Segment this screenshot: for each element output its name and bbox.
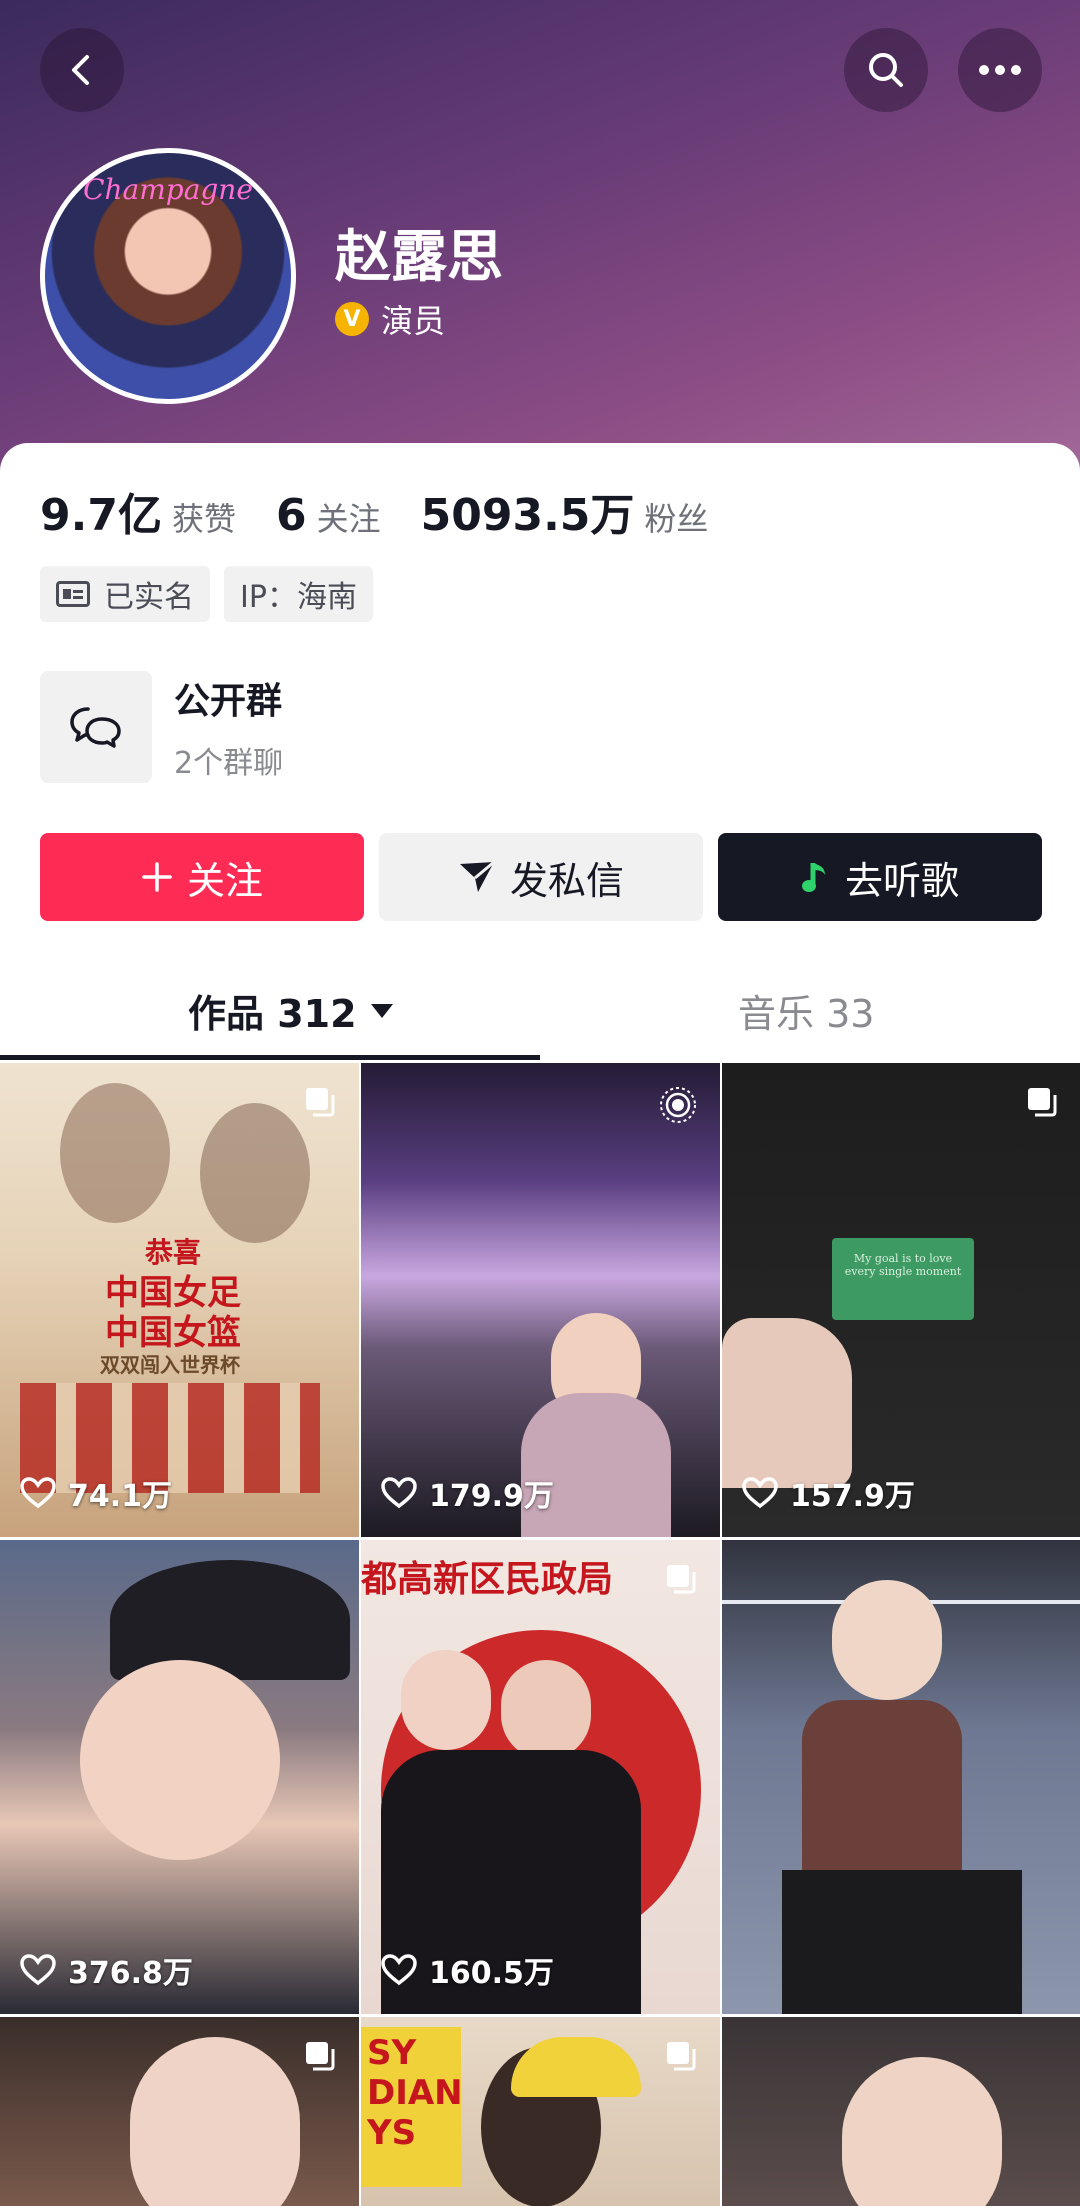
music-note-icon xyxy=(801,859,831,895)
id-card-icon xyxy=(56,581,90,607)
fans-count[interactable]: 5093.5万 xyxy=(421,479,635,543)
avatar-brand-text: Champagne xyxy=(83,173,253,206)
group-chat-icon xyxy=(40,671,152,783)
like-count-label: 179.9万 xyxy=(429,1479,554,1514)
tab-music-label: 音乐 33 xyxy=(738,992,875,1036)
fans-label[interactable]: 粉丝 xyxy=(644,494,708,540)
verified-badge-icon: V xyxy=(335,302,369,336)
yellow-sign: SY DIAN YS xyxy=(361,2027,463,2187)
search-icon xyxy=(869,53,903,87)
like-count-label: 74.1万 xyxy=(68,1479,173,1514)
likes-label: 获赞 xyxy=(171,500,236,538)
video-thumbnail[interactable]: 179.9万 xyxy=(361,1063,720,1537)
avatar[interactable]: Champagne xyxy=(40,148,296,404)
tags-row: 已实名 IP：海南 xyxy=(40,566,387,622)
message-label: 发私信 xyxy=(509,858,624,903)
video-thumbnail[interactable]: 恭喜 中国女足 中国女篮 双双闯入世界杯 74.1万 xyxy=(0,1063,359,1537)
listen-music-label: 去听歌 xyxy=(844,858,959,903)
plus-icon xyxy=(141,861,173,893)
video-thumbnail[interactable] xyxy=(722,2017,1080,2206)
video-thumbnail[interactable]: 376.8万 xyxy=(0,1540,359,2014)
multi-image-icon xyxy=(306,2042,335,2071)
like-count-label: 157.9万 xyxy=(790,1479,915,1514)
public-group-entry[interactable]: 公开群 2个群聊 xyxy=(40,671,283,783)
video-thumbnail[interactable]: My goal is to love every single moment 1… xyxy=(722,1063,1080,1537)
note-card-line-2: every single moment xyxy=(844,1265,962,1278)
chevron-left-icon xyxy=(72,55,89,85)
group-title: 公开群 xyxy=(174,681,283,722)
real-name-label: 已实名 xyxy=(104,580,194,615)
active-tab-indicator xyxy=(0,1055,540,1060)
heart-icon xyxy=(381,1954,417,1986)
tab-works[interactable]: 作品 312 xyxy=(188,983,393,1038)
listen-music-button[interactable]: 去听歌 xyxy=(718,833,1042,921)
multi-image-icon xyxy=(306,1088,335,1117)
like-count: 376.8万 xyxy=(20,1948,193,1992)
note-card: My goal is to love every single moment xyxy=(832,1238,974,1320)
following-count[interactable]: 6 xyxy=(276,490,307,541)
like-count-label: 160.5万 xyxy=(429,1956,554,1991)
more-dots-icon xyxy=(979,65,1021,75)
real-name-tag: 已实名 xyxy=(40,566,210,622)
message-button[interactable]: 发私信 xyxy=(379,833,703,921)
stats-row: 9.7亿 获赞 6 关注 5093.5万 粉丝 xyxy=(40,479,748,543)
video-thumbnail[interactable]: 都高新区民政局 160.5万 xyxy=(361,1540,720,2014)
like-count: 179.9万 xyxy=(381,1471,554,1515)
follow-label: 关注 xyxy=(186,858,263,903)
heart-icon xyxy=(20,1477,56,1509)
poster-line-3: 双双闯入世界杯 xyxy=(100,1353,240,1377)
follow-button[interactable]: 关注 xyxy=(40,833,364,921)
following-label[interactable]: 关注 xyxy=(317,494,381,540)
back-button[interactable] xyxy=(40,28,124,112)
like-count-label: 376.8万 xyxy=(68,1956,193,1991)
heart-icon xyxy=(381,1477,417,1509)
video-thumbnail[interactable]: SY DIAN YS xyxy=(361,2017,720,2206)
tab-music[interactable]: 音乐 33 xyxy=(738,983,874,1038)
verification-row: V 演员 xyxy=(335,296,445,342)
live-photo-icon xyxy=(660,1087,696,1123)
multi-image-icon xyxy=(1028,1088,1057,1117)
caret-down-icon xyxy=(370,1003,393,1018)
profile-header: Champagne 赵露思 V 演员 xyxy=(0,0,1080,480)
video-thumbnail[interactable] xyxy=(722,1540,1080,2014)
multi-image-icon xyxy=(667,2042,696,2071)
heart-icon xyxy=(20,1954,56,1986)
group-subtitle: 2个群聊 xyxy=(174,746,284,781)
like-count: 157.9万 xyxy=(742,1471,915,1515)
more-button[interactable] xyxy=(958,28,1042,112)
action-buttons: 关注 发私信 去听歌 xyxy=(40,833,1042,921)
poster-line-2: 中国女篮 xyxy=(105,1313,241,1353)
note-card-line-1: My goal is to love xyxy=(853,1252,953,1265)
multi-image-icon xyxy=(667,1565,696,1594)
profile-name: 赵露思 xyxy=(335,225,503,290)
likes-count: 9.7亿 xyxy=(40,490,162,541)
search-button[interactable] xyxy=(844,28,928,112)
ip-location-tag: IP：海南 xyxy=(224,566,373,622)
like-count: 160.5万 xyxy=(381,1948,554,1992)
tab-works-label: 作品 312 xyxy=(188,992,357,1036)
content-tabs: 作品 312 音乐 33 xyxy=(0,983,1080,1059)
like-count: 74.1万 xyxy=(20,1471,172,1515)
verification-label: 演员 xyxy=(381,302,446,340)
heart-icon xyxy=(742,1477,778,1509)
send-icon xyxy=(458,860,496,894)
video-thumbnail[interactable] xyxy=(0,2017,359,2206)
